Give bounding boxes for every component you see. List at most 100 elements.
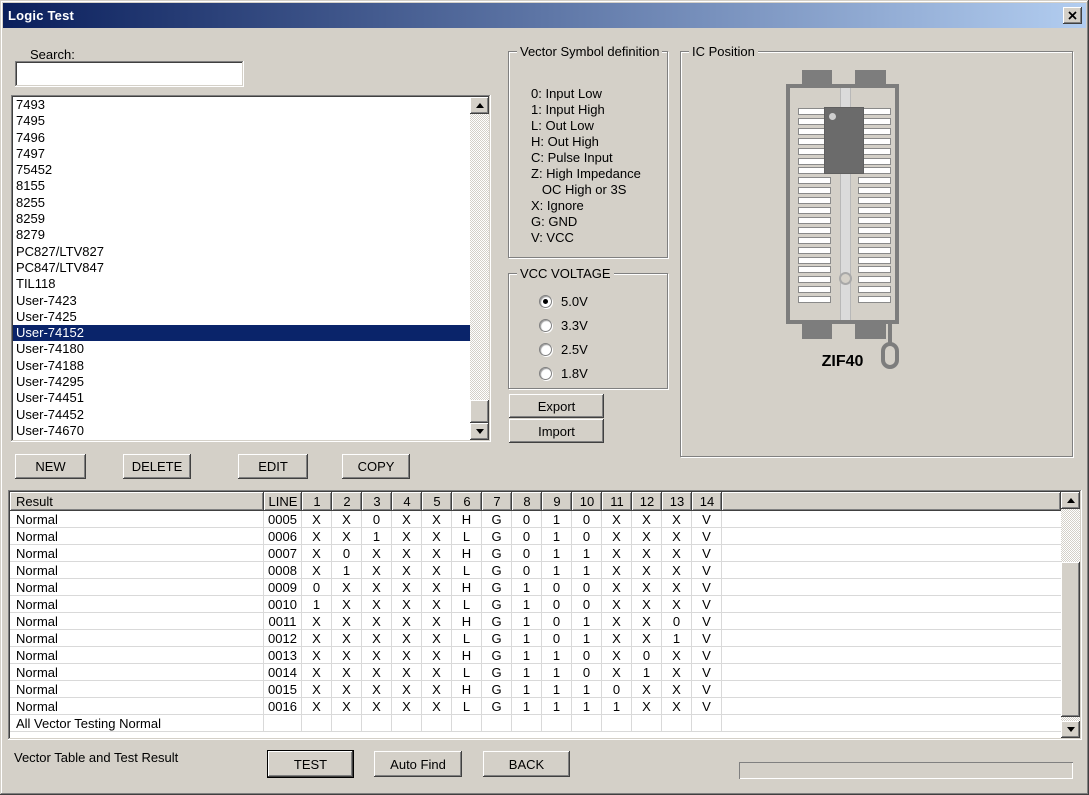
table-row[interactable]: Normal 0016 X X X X X L G 1 1 1 1 X X V (10, 698, 1061, 715)
column-header[interactable]: 6 (452, 492, 482, 511)
table-row[interactable]: All Vector Testing Normal (10, 715, 1061, 732)
search-input[interactable] (15, 61, 244, 87)
scroll-up-button[interactable] (470, 97, 489, 114)
table-cell: V (692, 647, 722, 664)
table-cell: 0 (302, 579, 332, 596)
table-row[interactable]: Normal 0005 X X 0 X X H G 0 1 0 X X X V (10, 511, 1061, 528)
result-table-scrollbar[interactable] (1061, 492, 1080, 738)
list-item[interactable]: User-74670 (13, 423, 470, 439)
column-header[interactable]: 5 (422, 492, 452, 511)
table-cell: X (602, 664, 632, 681)
new-button[interactable]: NEW (15, 454, 86, 479)
column-header[interactable]: Result (10, 492, 264, 511)
list-item[interactable]: User-74451 (13, 390, 470, 406)
ic-list-scrollbar[interactable] (470, 97, 489, 440)
table-cell: H (452, 545, 482, 562)
list-item[interactable]: User-74180 (13, 341, 470, 357)
title-bar[interactable]: Logic Test (3, 3, 1086, 28)
export-button[interactable]: Export (509, 394, 604, 418)
radio-label: 1.8V (561, 366, 588, 381)
copy-button[interactable]: COPY (342, 454, 410, 479)
table-row[interactable]: Normal 0008 X 1 X X X L G 0 1 1 X X X V (10, 562, 1061, 579)
list-item[interactable]: 8279 (13, 227, 470, 243)
column-header[interactable]: 7 (482, 492, 512, 511)
table-cell: X (392, 545, 422, 562)
table-cell: Normal (10, 698, 264, 715)
close-button[interactable] (1063, 7, 1082, 24)
table-row[interactable]: Normal 0013 X X X X X H G 1 1 0 X 0 X V (10, 647, 1061, 664)
column-header[interactable]: 14 (692, 492, 722, 511)
list-item[interactable]: 7497 (13, 146, 470, 162)
radio-option-3.3V[interactable]: 3.3V (539, 318, 588, 333)
result-table-content: Result LINE 1 2 3 4 5 6 7 8 9 10 11 12 13 14 Normal 0005 X… (10, 492, 1061, 738)
test-button[interactable]: TEST (267, 750, 354, 778)
list-item[interactable]: TIL118 (13, 276, 470, 292)
scroll-thumb[interactable] (1061, 562, 1080, 717)
column-header[interactable]: 12 (632, 492, 662, 511)
list-item[interactable]: 8259 (13, 211, 470, 227)
table-cell: X (392, 664, 422, 681)
table-footer-cell (332, 715, 362, 732)
column-header[interactable]: 11 (602, 492, 632, 511)
list-item[interactable]: 7495 (13, 113, 470, 129)
table-cell: 1 (572, 681, 602, 698)
list-item[interactable]: User-7423 (13, 293, 470, 309)
zif-pin-right (858, 236, 891, 244)
column-header[interactable]: 2 (332, 492, 362, 511)
table-cell: 1 (362, 528, 392, 545)
list-item[interactable]: 8155 (13, 178, 470, 194)
radio-option-1.8V[interactable]: 1.8V (539, 366, 588, 381)
table-row[interactable]: Normal 0007 X 0 X X X H G 0 1 1 X X X V (10, 545, 1061, 562)
list-item[interactable]: 75452 (13, 162, 470, 178)
list-item[interactable]: PC847/LTV847 (13, 260, 470, 276)
column-header[interactable]: 9 (542, 492, 572, 511)
column-header[interactable]: LINE (264, 492, 302, 511)
table-cell: G (482, 579, 512, 596)
table-cell: 1 (542, 647, 572, 664)
column-header[interactable]: 4 (392, 492, 422, 511)
table-cell: X (362, 664, 392, 681)
list-item[interactable]: User-74188 (13, 358, 470, 374)
table-cell: Normal (10, 528, 264, 545)
list-item[interactable]: 7493 (13, 97, 470, 113)
table-cell: G (482, 528, 512, 545)
table-cell: X (602, 596, 632, 613)
column-header[interactable]: 1 (302, 492, 332, 511)
list-item[interactable]: User-74295 (13, 374, 470, 390)
table-cell: Normal (10, 579, 264, 596)
radio-option-5.0V[interactable]: 5.0V (539, 294, 588, 309)
table-cell: G (482, 511, 512, 528)
edit-button[interactable]: EDIT (238, 454, 308, 479)
table-row[interactable]: Normal 0011 X X X X X H G 1 0 1 X X 0 V (10, 613, 1061, 630)
scroll-down-button[interactable] (1061, 721, 1080, 738)
table-cell: G (482, 664, 512, 681)
import-button[interactable]: Import (509, 419, 604, 443)
column-header[interactable]: 13 (662, 492, 692, 511)
scroll-up-button[interactable] (1061, 492, 1080, 509)
list-item[interactable]: User-74152 (13, 325, 470, 342)
scroll-thumb[interactable] (470, 400, 489, 423)
list-item[interactable]: User-74452 (13, 407, 470, 423)
column-header[interactable]: 3 (362, 492, 392, 511)
scroll-down-button[interactable] (470, 423, 489, 440)
table-row[interactable]: Normal 0010 1 X X X X L G 1 0 0 X X X V (10, 596, 1061, 613)
list-item[interactable]: 7496 (13, 130, 470, 146)
list-item[interactable]: 8255 (13, 195, 470, 211)
radio-option-2.5V[interactable]: 2.5V (539, 342, 588, 357)
table-cell: 1 (512, 698, 542, 715)
column-header[interactable]: 10 (572, 492, 602, 511)
table-row[interactable]: Normal 0012 X X X X X L G 1 0 1 X X 1 V (10, 630, 1061, 647)
table-cell: G (482, 681, 512, 698)
delete-button[interactable]: DELETE (123, 454, 191, 479)
table-row[interactable]: Normal 0006 X X 1 X X L G 0 1 0 X X X V (10, 528, 1061, 545)
list-item[interactable]: User-7425 (13, 309, 470, 325)
table-row[interactable]: Normal 0009 0 X X X X H G 1 0 0 X X X V (10, 579, 1061, 596)
list-item[interactable]: PC827/LTV827 (13, 244, 470, 260)
column-header[interactable]: 8 (512, 492, 542, 511)
table-cell: 1 (542, 664, 572, 681)
table-row[interactable]: Normal 0015 X X X X X H G 1 1 1 0 X X V (10, 681, 1061, 698)
auto-find-button[interactable]: Auto Find (374, 751, 462, 777)
table-row[interactable]: Normal 0014 X X X X X L G 1 1 0 X 1 X V (10, 664, 1061, 681)
table-cell: X (332, 681, 362, 698)
back-button[interactable]: BACK (483, 751, 570, 777)
